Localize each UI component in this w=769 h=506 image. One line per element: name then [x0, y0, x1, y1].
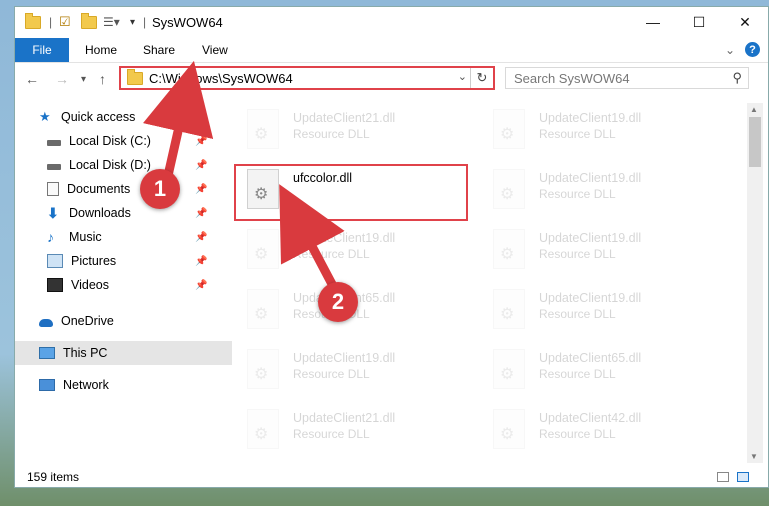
address-path: C:\Windows\SysWOW64 [149, 70, 293, 86]
forward-arrow-icon[interactable]: → [55, 71, 69, 87]
dll-file-icon: ⚙ [247, 289, 279, 329]
vertical-scrollbar[interactable]: ▲ ▼ [747, 103, 763, 463]
scroll-up-arrow-icon[interactable]: ▲ [750, 105, 758, 114]
navigation-pane: ★ Quick access Local Disk (C:) 📌 Local D… [15, 103, 232, 463]
sidebar-item-local-disk-d[interactable]: Local Disk (D:) 📌 [15, 153, 240, 177]
customize-toolbar-icon[interactable]: ☰▾ [103, 14, 120, 30]
sidebar-item-documents[interactable]: Documents 📌 [15, 177, 240, 201]
address-bar[interactable]: C:\Windows\SysWOW64 ⌄ ↻ [119, 66, 495, 90]
list-item[interactable]: ⚙ UpdateClient21.dll Resource DLL [237, 105, 457, 161]
pin-icon[interactable]: 📌 [195, 280, 207, 291]
window-title: SysWOW64 [152, 15, 223, 30]
list-item[interactable]: ⚙ UpdateClient19.dll Resource DLL [483, 105, 703, 161]
scrollbar-thumb[interactable] [749, 117, 761, 167]
search-icon[interactable]: ⚲ [732, 70, 742, 86]
ribbon-tabs: File Home Share View ⌄ ? [15, 38, 768, 63]
search-input[interactable]: Search SysWOW64 ⚲ [505, 67, 749, 89]
refresh-icon[interactable]: ↻ [470, 68, 493, 88]
list-item[interactable]: ⚙ UpdateClient65.dll Resource DLL [483, 345, 703, 401]
tab-home[interactable]: Home [85, 43, 117, 57]
tab-file[interactable]: File [15, 38, 69, 62]
expand-ribbon-icon[interactable]: ⌄ [725, 43, 735, 57]
list-item[interactable]: ⚙ UpdateClient19.dll Resource DLL [237, 345, 457, 401]
pin-icon[interactable]: 📌 [195, 184, 207, 195]
music-icon: ♪ [47, 229, 54, 245]
pictures-icon [47, 254, 63, 268]
dll-file-icon: ⚙ [493, 229, 525, 269]
sidebar-item-music[interactable]: ♪ Music 📌 [15, 225, 240, 249]
sidebar-item-videos[interactable]: Videos 📌 [15, 273, 240, 297]
navigation-bar: ← → ▾ ↑ C:\Windows\SysWOW64 ⌄ ↻ Search S… [15, 63, 768, 95]
explorer-window: | ☑ ☰▾ ▾ | SysWOW64 — ☐ ✕ File Home Shar… [14, 6, 769, 488]
qat-dropdown-icon[interactable]: ▾ [130, 14, 135, 30]
highlight-box-file [234, 164, 468, 221]
divider: | [49, 15, 53, 29]
dll-file-icon: ⚙ [493, 289, 525, 329]
list-item[interactable]: ⚙ UpdateClient21.dll Resource DLL [237, 405, 457, 461]
sidebar-item-quick-access[interactable]: ★ Quick access [15, 105, 232, 129]
scroll-down-arrow-icon[interactable]: ▼ [750, 452, 758, 461]
drive-icon [47, 140, 61, 146]
list-item[interactable]: ⚙ UpdateClient42.dll Resource DLL [483, 405, 703, 461]
new-folder-icon[interactable] [81, 12, 97, 30]
minimize-button[interactable]: — [630, 7, 676, 37]
title-bar: | ☑ ☰▾ ▾ | SysWOW64 — ☐ ✕ [15, 7, 768, 37]
dll-file-icon: ⚙ [247, 409, 279, 449]
pin-icon[interactable]: 📌 [195, 160, 207, 171]
tab-share[interactable]: Share [143, 43, 175, 57]
list-item[interactable]: ⚙ UpdateClient19.dll Resource DLL [237, 225, 457, 281]
search-placeholder: Search SysWOW64 [514, 70, 630, 86]
sidebar-item-onedrive[interactable]: OneDrive [15, 309, 232, 333]
sidebar-item-downloads[interactable]: ⬇ Downloads 📌 [15, 201, 240, 225]
pin-icon[interactable]: 📌 [195, 208, 207, 219]
network-icon [39, 379, 55, 391]
recent-dropdown-icon[interactable]: ▾ [81, 74, 86, 85]
documents-icon [47, 182, 59, 196]
dll-file-icon: ⚙ [493, 409, 525, 449]
file-list: ⚙ UpdateClient21.dll Resource DLL ⚙ ufcc… [227, 103, 747, 463]
dll-file-icon: ⚙ [247, 349, 279, 389]
sidebar-item-network[interactable]: Network [15, 373, 232, 397]
up-arrow-icon[interactable]: ↑ [99, 71, 106, 87]
step-badge-1: 1 [140, 169, 180, 209]
divider: | [143, 15, 147, 29]
address-dropdown-icon[interactable]: ⌄ [458, 70, 467, 83]
details-view-icon[interactable] [717, 472, 729, 482]
sidebar-item-pictures[interactable]: Pictures 📌 [15, 249, 240, 273]
large-icons-view-icon[interactable] [737, 472, 749, 482]
close-button[interactable]: ✕ [722, 7, 768, 37]
computer-icon [39, 347, 55, 359]
pin-icon[interactable]: 📌 [195, 136, 207, 147]
maximize-button[interactable]: ☐ [676, 7, 722, 37]
item-count: 159 items [27, 470, 80, 484]
status-bar: 159 items [15, 467, 768, 487]
help-icon[interactable]: ? [745, 42, 760, 57]
list-item[interactable]: ⚙ UpdateClient19.dll Resource DLL [483, 225, 703, 281]
pin-icon[interactable]: 📌 [195, 232, 207, 243]
folder-icon [127, 68, 143, 85]
videos-icon [47, 278, 63, 292]
sidebar-item-local-disk-c[interactable]: Local Disk (C:) 📌 [15, 129, 240, 153]
back-arrow-icon[interactable]: ← [25, 71, 39, 87]
cloud-icon [39, 318, 53, 327]
sidebar-item-this-pc[interactable]: This PC [15, 341, 232, 365]
step-badge-2: 2 [318, 282, 358, 322]
list-item[interactable]: ⚙ UpdateClient19.dll Resource DLL [483, 285, 703, 341]
dll-file-icon: ⚙ [247, 229, 279, 269]
list-item[interactable]: ⚙ UpdateClient19.dll Resource DLL [483, 165, 703, 221]
dll-file-icon: ⚙ [493, 109, 525, 149]
tab-view[interactable]: View [202, 43, 228, 57]
drive-icon [47, 164, 61, 170]
download-icon: ⬇ [47, 205, 59, 221]
pin-icon[interactable]: 📌 [195, 256, 207, 267]
folder-icon [25, 12, 41, 30]
dll-file-icon: ⚙ [493, 169, 525, 209]
dll-file-icon: ⚙ [493, 349, 525, 389]
star-icon: ★ [39, 109, 51, 124]
dll-file-icon: ⚙ [247, 109, 279, 149]
properties-icon[interactable]: ☑ [59, 14, 71, 30]
